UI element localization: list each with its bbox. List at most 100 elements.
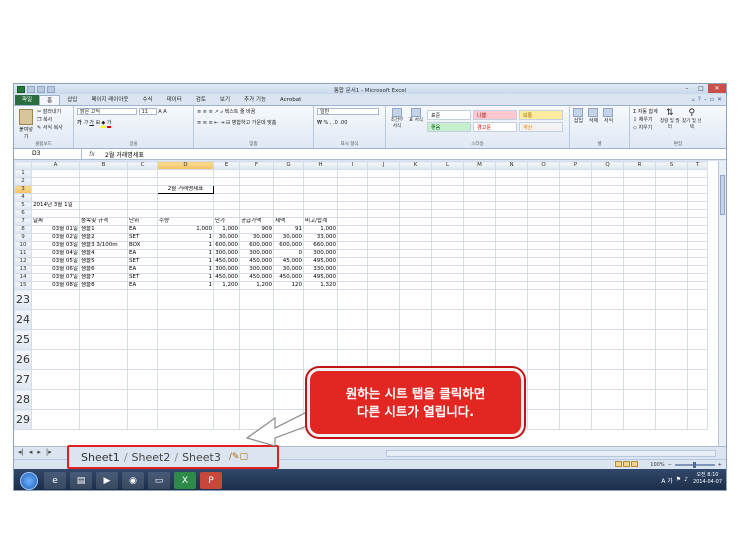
next-sheet-icon[interactable]: ▸ xyxy=(37,448,41,456)
cell[interactable] xyxy=(399,289,432,310)
cell[interactable] xyxy=(399,185,432,194)
page-layout-view-icon[interactable] xyxy=(623,461,630,467)
cell[interactable] xyxy=(127,169,158,178)
cell[interactable] xyxy=(623,185,656,194)
cell[interactable] xyxy=(623,289,656,310)
column-header[interactable]: K xyxy=(399,161,432,170)
cell[interactable] xyxy=(463,349,496,370)
cell[interactable]: 450,000 xyxy=(273,273,304,282)
clear-button[interactable]: ◇ 지우기 xyxy=(633,124,658,132)
ribbon-tab[interactable]: 홈 xyxy=(39,95,61,105)
cell[interactable] xyxy=(31,389,80,410)
row-header[interactable]: 5 xyxy=(14,201,32,210)
grow-font-icon[interactable]: A xyxy=(158,109,161,115)
cell[interactable]: 수량 xyxy=(157,217,214,226)
cell[interactable] xyxy=(273,169,304,178)
cell[interactable] xyxy=(559,233,592,242)
row-header[interactable]: 4 xyxy=(14,193,32,202)
cell[interactable] xyxy=(623,309,656,330)
cell[interactable] xyxy=(495,209,528,218)
cell[interactable] xyxy=(431,217,464,226)
cell[interactable]: 03월 07일 xyxy=(31,273,80,282)
cell[interactable] xyxy=(367,225,400,234)
cell[interactable] xyxy=(367,257,400,266)
cell[interactable] xyxy=(79,193,128,202)
cell[interactable] xyxy=(591,257,624,266)
column-header[interactable]: J xyxy=(367,161,400,170)
cell[interactable] xyxy=(559,273,592,282)
increase-decimal-icon[interactable]: .0 xyxy=(333,120,338,126)
name-box[interactable]: D3 xyxy=(14,149,82,159)
cell[interactable] xyxy=(399,329,432,350)
cell[interactable]: 03월 01일 xyxy=(31,225,80,234)
cell[interactable] xyxy=(463,309,496,330)
cell[interactable] xyxy=(157,369,214,390)
cell[interactable] xyxy=(687,209,708,218)
merge-center-button[interactable]: ⊟ 병합하고 가운데 맞춤 xyxy=(226,120,276,126)
cell[interactable] xyxy=(431,209,464,218)
cell[interactable]: 1,000 xyxy=(157,225,214,234)
cell[interactable] xyxy=(79,389,128,410)
flag-icon[interactable]: ⚑ xyxy=(676,476,681,485)
comma-icon[interactable]: , xyxy=(330,120,332,126)
cell[interactable] xyxy=(591,409,624,430)
cell[interactable] xyxy=(431,233,464,242)
cell[interactable]: BOX xyxy=(127,241,158,250)
cell[interactable] xyxy=(337,281,368,290)
cell[interactable] xyxy=(431,185,464,194)
cell[interactable] xyxy=(367,185,400,194)
column-header[interactable]: Q xyxy=(591,161,624,170)
cell[interactable] xyxy=(157,389,214,410)
cell[interactable] xyxy=(495,257,528,266)
cell-style-option[interactable]: 보통 xyxy=(519,110,563,120)
cell[interactable] xyxy=(157,201,214,210)
cell[interactable] xyxy=(559,281,592,290)
cell[interactable] xyxy=(687,329,708,350)
fx-icon[interactable]: fx xyxy=(82,151,102,158)
sheet-tab-3[interactable]: Sheet3 xyxy=(178,451,225,464)
cell[interactable] xyxy=(559,201,592,210)
cell[interactable]: 샘플4 xyxy=(79,249,128,258)
cell[interactable]: 0 xyxy=(273,249,304,258)
row-header[interactable]: 9 xyxy=(14,233,32,242)
cell[interactable] xyxy=(31,177,80,186)
row-header[interactable]: 3 xyxy=(14,185,32,194)
cell[interactable] xyxy=(591,349,624,370)
cell[interactable] xyxy=(495,193,528,202)
row-header[interactable]: 15 xyxy=(14,281,32,290)
border-icon[interactable]: ⊞ xyxy=(96,120,100,126)
cell[interactable] xyxy=(655,209,688,218)
cell[interactable] xyxy=(337,169,368,178)
cell[interactable] xyxy=(495,281,528,290)
cell[interactable] xyxy=(213,349,240,370)
cell[interactable]: 450,000 xyxy=(239,273,274,282)
cell[interactable] xyxy=(337,329,368,350)
cell[interactable] xyxy=(79,177,128,186)
column-header[interactable]: S xyxy=(655,161,688,170)
cell[interactable]: 1 xyxy=(157,257,214,266)
cell[interactable] xyxy=(213,169,240,178)
cell[interactable] xyxy=(687,193,708,202)
cell[interactable] xyxy=(559,241,592,250)
row-header[interactable]: 25 xyxy=(14,329,32,350)
cell[interactable] xyxy=(463,169,496,178)
cell[interactable] xyxy=(431,249,464,258)
zoom-out-icon[interactable]: − xyxy=(668,462,672,468)
cell[interactable] xyxy=(687,225,708,234)
cell[interactable]: 단가 xyxy=(213,217,240,226)
cell[interactable] xyxy=(559,169,592,178)
cell[interactable] xyxy=(687,409,708,430)
cell[interactable]: 30,000 xyxy=(273,265,304,274)
cell[interactable] xyxy=(591,185,624,194)
cell[interactable] xyxy=(399,309,432,330)
cell[interactable] xyxy=(273,369,304,390)
clock[interactable]: 오전 8:10 2014-04-07 xyxy=(693,472,722,486)
cell[interactable] xyxy=(623,249,656,258)
cell[interactable] xyxy=(239,169,274,178)
cell[interactable]: 600,000 xyxy=(213,241,240,250)
cell[interactable] xyxy=(655,289,688,310)
align-right-icon[interactable]: ≡ xyxy=(209,120,213,126)
cell[interactable] xyxy=(463,225,496,234)
cell[interactable] xyxy=(367,265,400,274)
cell[interactable]: 1,200 xyxy=(239,281,274,290)
